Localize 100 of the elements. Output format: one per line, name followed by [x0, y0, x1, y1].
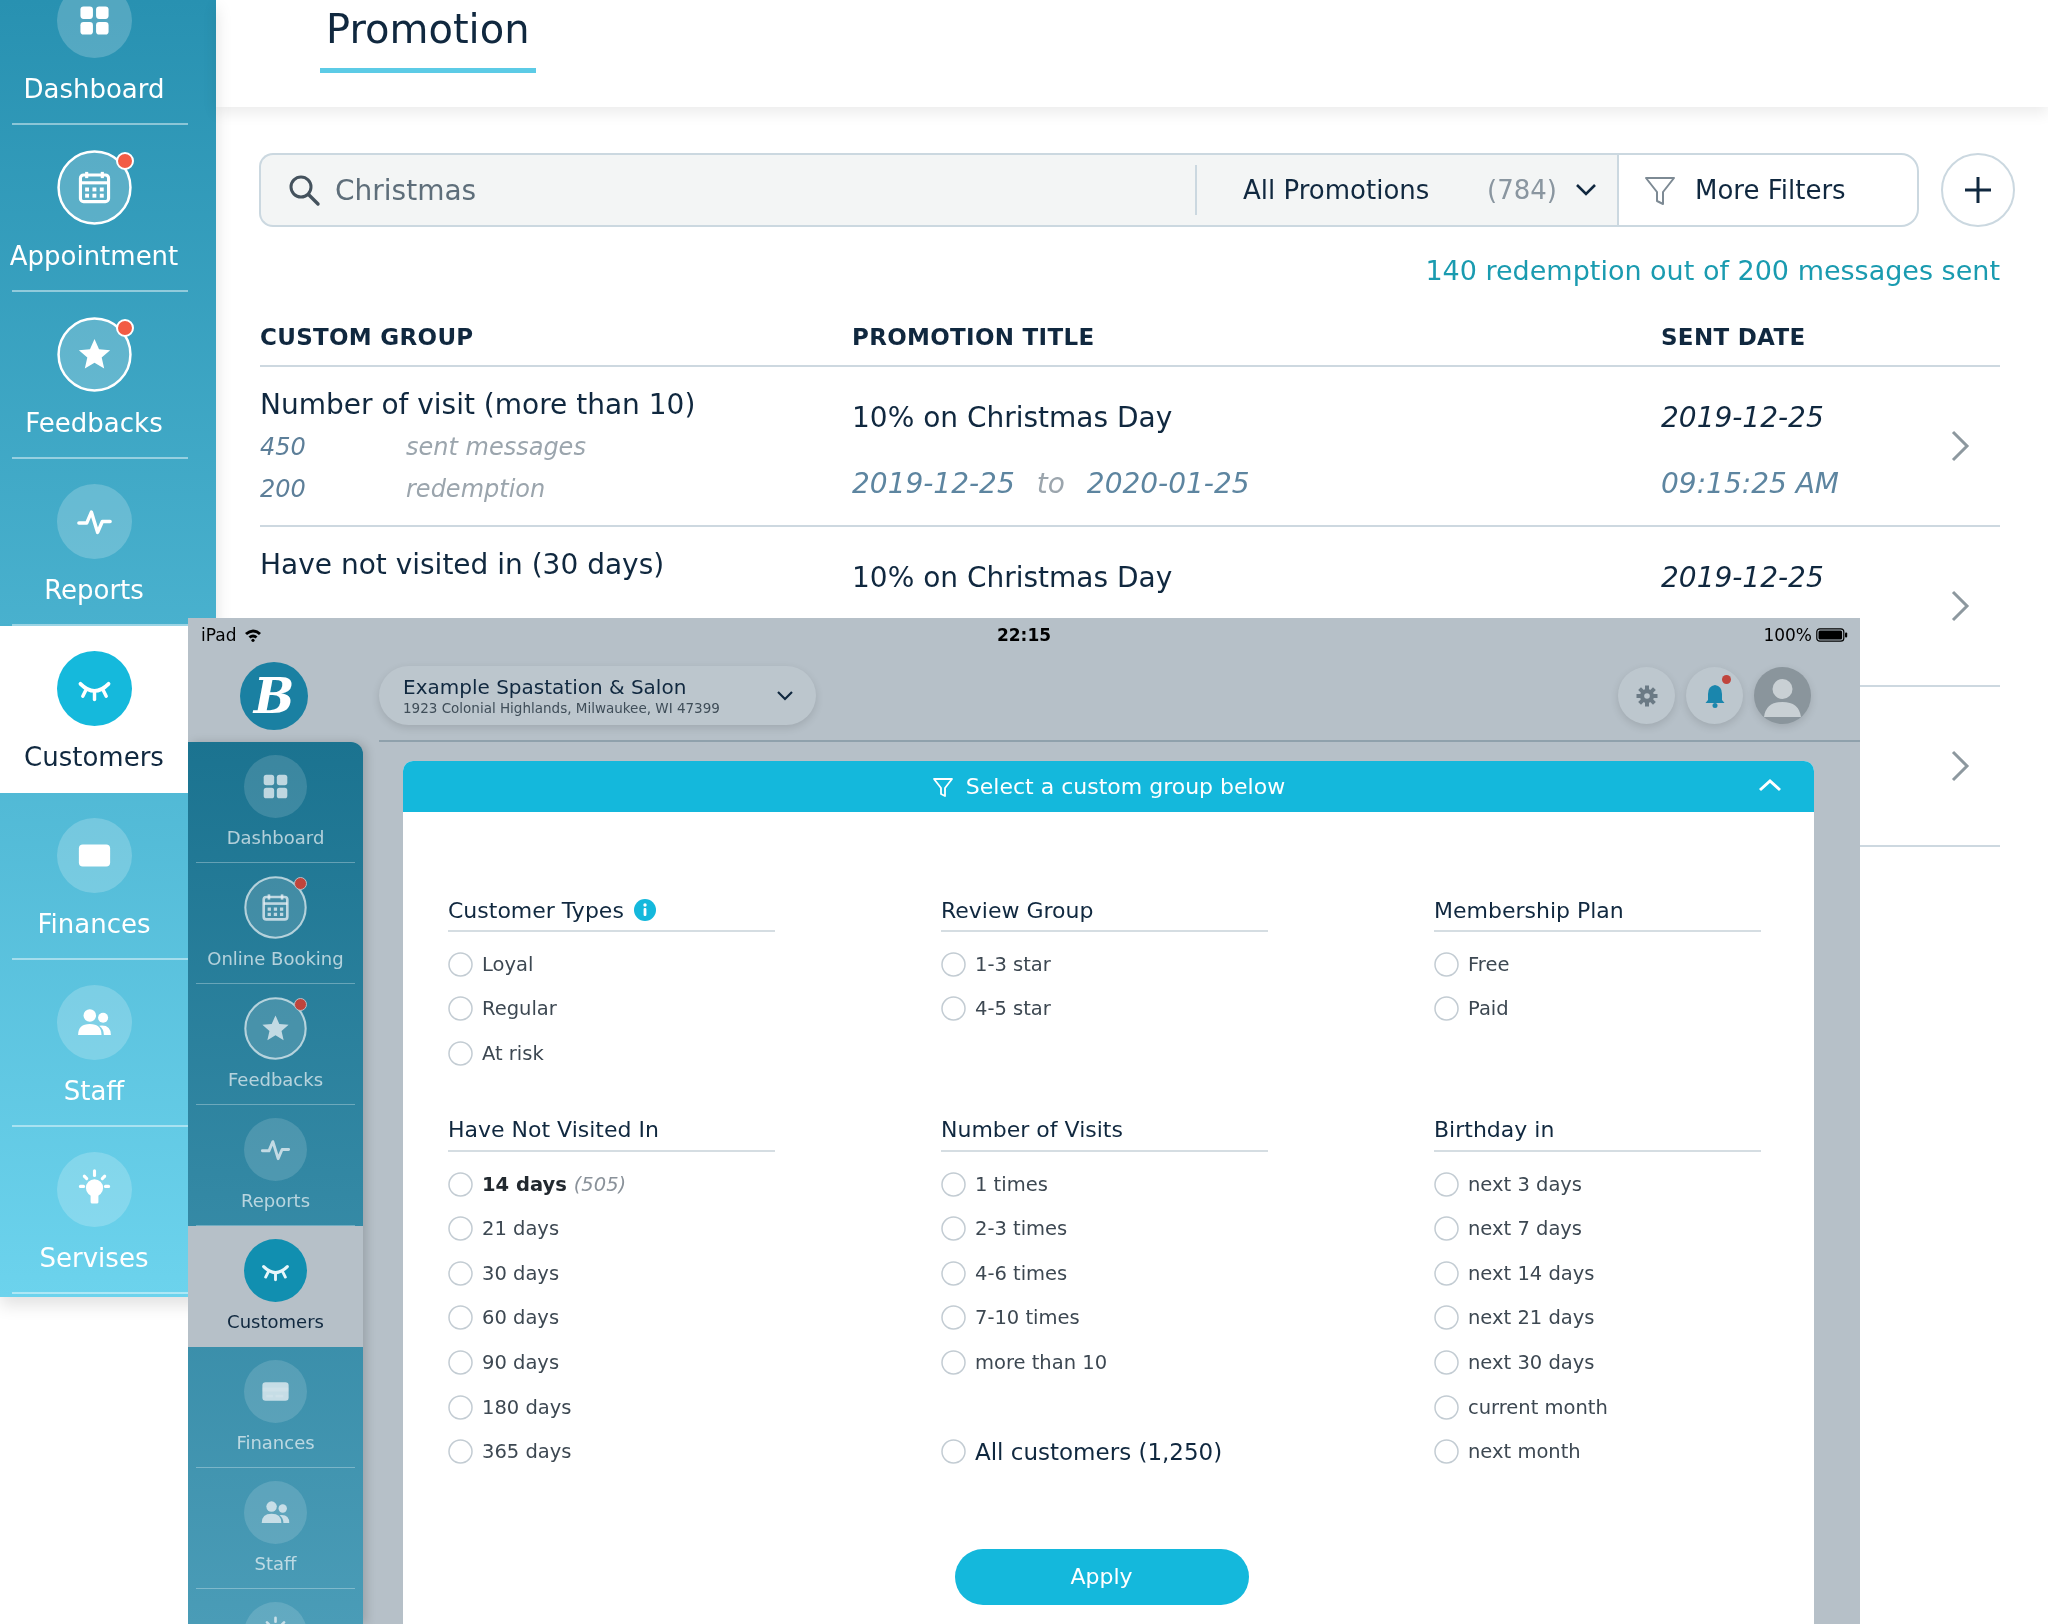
search-field[interactable]: Christmas: [259, 153, 1195, 227]
radio-button[interactable]: [448, 1394, 473, 1420]
nav-item[interactable]: Staff: [188, 1468, 363, 1589]
radio-button[interactable]: [1434, 1394, 1459, 1420]
section-title: Number of Visits: [941, 1117, 1123, 1143]
chevron-right-icon[interactable]: [1950, 589, 1970, 623]
info-icon[interactable]: [633, 899, 656, 921]
more-filters-button[interactable]: More Filters: [1617, 153, 1919, 227]
location-selector[interactable]: Example Spastation & Salon 1923 Colonial Highlands, Milwaukee, WI 47399: [379, 666, 816, 725]
nav-item[interactable]: Reports: [0, 459, 188, 626]
option-label: 7-10 times: [975, 1306, 1080, 1330]
start-date: 2019-12-25: [852, 466, 1015, 502]
device-name: iPad: [201, 624, 237, 645]
radio-button[interactable]: [1434, 1260, 1459, 1286]
option-label: 14 days (505): [482, 1172, 627, 1196]
grid-icon: [244, 755, 307, 818]
nav-item[interactable]: Online Booking: [188, 863, 363, 984]
option-label: At risk: [482, 1042, 544, 1065]
pulse-icon: [56, 484, 132, 559]
radio-button[interactable]: [448, 1041, 473, 1066]
radio-button[interactable]: [941, 1439, 966, 1465]
radio-button[interactable]: [448, 1171, 473, 1197]
radio-button[interactable]: [1434, 1349, 1459, 1375]
option-label: next 14 days: [1468, 1261, 1595, 1285]
option-label: 4-5 star: [975, 997, 1051, 1021]
nav-item[interactable]: Feedbacks: [0, 292, 188, 459]
radio-button[interactable]: [1434, 996, 1459, 1022]
option-label: next 30 days: [1468, 1350, 1595, 1374]
promotion-title: 10% on Christmas Day: [852, 400, 1174, 436]
nav-item[interactable]: Servises: [0, 1127, 188, 1294]
nav-item[interactable]: Finances: [0, 793, 188, 960]
radio-button[interactable]: [1434, 1171, 1459, 1197]
option-label: 180 days: [482, 1395, 572, 1419]
pulse-icon: [244, 1118, 307, 1181]
radio-button[interactable]: [448, 1216, 473, 1242]
calendar-icon: [244, 876, 307, 939]
column-header: SENT DATE: [1661, 324, 1806, 350]
nav-item[interactable]: Appointment: [0, 125, 188, 292]
nav-item[interactable]: Customers: [0, 626, 188, 793]
radio-button[interactable]: [941, 1260, 966, 1286]
nav-item[interactable]: Staff: [0, 960, 188, 1127]
option-label: Paid: [1468, 997, 1509, 1021]
stat-label: redemption: [406, 474, 547, 505]
promotion-dropdown[interactable]: All Promotions (784): [1197, 153, 1617, 227]
option-label: next 3 days: [1468, 1172, 1583, 1196]
radio-button[interactable]: [941, 1171, 966, 1197]
radio-button[interactable]: [1434, 1305, 1459, 1331]
gear-icon: [1634, 683, 1659, 708]
radio-button[interactable]: [941, 996, 966, 1022]
card-icon: [56, 818, 132, 893]
group-selector-header[interactable]: Select a custom group below: [403, 761, 1814, 812]
clock-time: 22:15: [996, 624, 1052, 645]
option-label: next month: [1468, 1440, 1581, 1464]
people-icon: [56, 985, 132, 1060]
avatar[interactable]: [1754, 667, 1811, 724]
radio-button[interactable]: [941, 1305, 966, 1331]
radio-button[interactable]: [448, 1260, 473, 1286]
radio-button[interactable]: [448, 951, 473, 977]
caret-icon: [1575, 183, 1597, 197]
search-input[interactable]: Christmas: [335, 173, 935, 207]
column-header: CUSTOM GROUP: [260, 324, 474, 350]
end-date: 2020-01-25: [1086, 466, 1250, 502]
nav-item[interactable]: Customers: [188, 1226, 363, 1347]
notifications-button[interactable]: [1686, 667, 1743, 724]
sent-date: 2019-12-25: [1661, 560, 1825, 596]
apply-button[interactable]: Apply: [954, 1548, 1249, 1605]
option-label: next 7 days: [1468, 1217, 1583, 1241]
wifi-icon: [244, 627, 263, 642]
radio-button[interactable]: [448, 996, 473, 1022]
option-label: current month: [1468, 1395, 1608, 1419]
nav-item[interactable]: Dashboard: [188, 742, 363, 863]
filter-icon: [931, 775, 954, 798]
section-title: Have Not Visited In: [448, 1117, 659, 1143]
radio-button[interactable]: [941, 951, 966, 977]
section-title: Membership Plan: [1434, 897, 1624, 923]
option-label: 1-3 star: [975, 952, 1051, 976]
redemption-summary: 140 redemption out of 200 messages sent: [1425, 255, 2000, 286]
nav-item[interactable]: Feedbacks: [188, 984, 363, 1105]
nav-item[interactable]: Finances: [188, 1347, 363, 1468]
radio-button[interactable]: [448, 1439, 473, 1465]
chevron-right-icon[interactable]: [1950, 429, 1970, 463]
page-tab[interactable]: Promotion: [320, 0, 536, 73]
option-label: 365 days: [482, 1440, 572, 1464]
radio-button[interactable]: [941, 1349, 966, 1375]
column-header: PROMOTION TITLE: [852, 324, 1095, 350]
radio-button[interactable]: [448, 1305, 473, 1331]
radio-button[interactable]: [1434, 951, 1459, 977]
group-name: Have not visited in (30 days): [260, 547, 666, 583]
radio-button[interactable]: [448, 1349, 473, 1375]
search-icon: [287, 173, 321, 207]
radio-button[interactable]: [941, 1216, 966, 1242]
settings-button[interactable]: [1618, 667, 1675, 724]
card-icon: [244, 1360, 307, 1423]
nav-item[interactable]: Reports: [188, 1105, 363, 1226]
radio-button[interactable]: [1434, 1216, 1459, 1242]
radio-button[interactable]: [1434, 1439, 1459, 1465]
chevron-right-icon[interactable]: [1950, 749, 1970, 783]
promotion-title: 10% on Christmas Day: [852, 560, 1174, 596]
option-label: 60 days: [482, 1306, 560, 1330]
nav-item[interactable]: Dashboard: [0, 0, 188, 125]
